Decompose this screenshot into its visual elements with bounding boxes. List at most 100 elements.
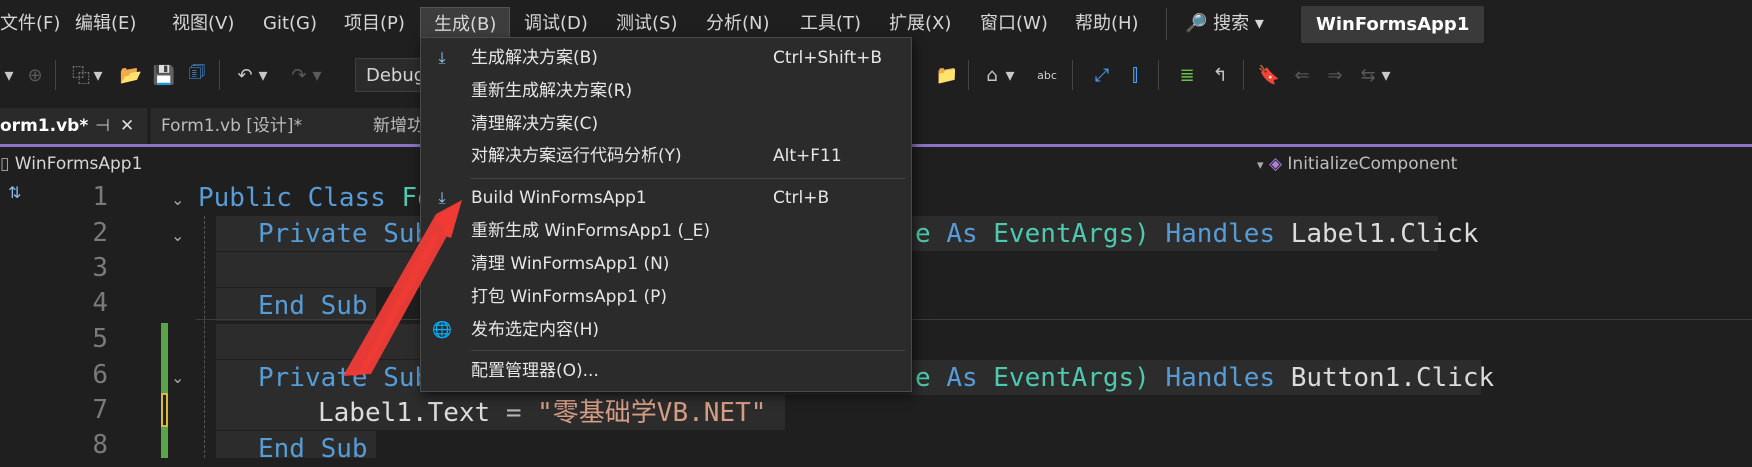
menu-separator bbox=[471, 178, 905, 179]
save-icon[interactable]: 💾 bbox=[147, 58, 181, 92]
menu-git[interactable]: Git(G) bbox=[263, 0, 317, 48]
tab-form1-vb[interactable]: orm1.vb* ⊣ ✕ bbox=[0, 108, 147, 144]
menu-item-publish-selection[interactable]: 🌐 发布选定内容(H) bbox=[421, 314, 911, 346]
menu-item-run-code-analysis[interactable]: 对解决方案运行代码分析(Y) Alt+F11 bbox=[421, 140, 911, 172]
app-title: WinFormsApp1 bbox=[1301, 6, 1485, 43]
code-identifier: Label1.Text bbox=[318, 398, 491, 428]
code-keyword: Handles bbox=[1165, 363, 1276, 393]
close-icon[interactable]: ✕ bbox=[120, 108, 134, 144]
code-line-6[interactable]: Private Sub bbox=[258, 360, 430, 396]
toolbar-separator bbox=[1243, 60, 1244, 90]
code-keyword: As bbox=[946, 219, 978, 249]
undo-dropdown-icon[interactable]: ▾ bbox=[255, 58, 271, 92]
code-keyword: Private Sub bbox=[258, 219, 431, 249]
dropdown-arrow-icon: ▾ bbox=[1257, 158, 1264, 173]
save-all-icon[interactable]: 🗊 bbox=[180, 58, 214, 92]
project-dropdown[interactable]: ▯ WinFormsApp1 bbox=[0, 147, 142, 181]
menu-item-label: 生成解决方案(B) bbox=[471, 48, 598, 68]
globe-icon: 🌐 bbox=[432, 320, 452, 339]
toolbar-separator bbox=[55, 60, 56, 90]
tab-label: orm1.vb* bbox=[0, 116, 89, 136]
menu-edit[interactable]: 编辑(E) bbox=[75, 0, 136, 48]
bookmark-dropdown-icon[interactable]: ▾ bbox=[1378, 58, 1394, 92]
line-number: 8 bbox=[92, 430, 108, 460]
cursor-select-icon[interactable]: ⤢ bbox=[1085, 58, 1119, 92]
sort-icon[interactable]: ⇅ bbox=[8, 183, 21, 202]
menu-item-shortcut: Ctrl+Shift+B bbox=[773, 48, 883, 68]
code-keyword: Handles bbox=[1165, 219, 1276, 249]
collapse-icon[interactable]: ⌄ bbox=[171, 226, 184, 245]
next-bookmark-icon[interactable]: ⇒ bbox=[1318, 58, 1352, 92]
line-number: 3 bbox=[92, 253, 108, 283]
member-name: InitializeComponent bbox=[1287, 154, 1458, 174]
toolbar-separator bbox=[968, 60, 969, 90]
code-line-4[interactable]: End Sub bbox=[258, 288, 368, 324]
uncomment-lines-icon[interactable]: ↰ bbox=[1203, 58, 1237, 92]
menu-separator bbox=[471, 350, 905, 351]
previous-bookmark-icon[interactable]: ⇐ bbox=[1285, 58, 1319, 92]
code-string: "零基础学VB.NET" bbox=[537, 398, 767, 428]
line-number: 6 bbox=[92, 360, 108, 390]
code-keyword: Private Sub bbox=[258, 363, 431, 393]
member-dropdown[interactable]: ▾ ◈ InitializeComponent bbox=[1257, 147, 1457, 183]
menu-item-clean-solution[interactable]: 清理解决方案(C) bbox=[421, 108, 911, 140]
redo-dropdown-icon[interactable]: ▾ bbox=[309, 58, 325, 92]
code-identifier: Button1.Click bbox=[1290, 363, 1495, 393]
toolbar-separator bbox=[1072, 60, 1073, 90]
build-solution-icon: ⤓ bbox=[438, 48, 446, 67]
menu-help[interactable]: 帮助(H) bbox=[1075, 0, 1139, 48]
code-keyword: As bbox=[946, 363, 978, 393]
collapse-icon[interactable]: ⌄ bbox=[171, 190, 184, 209]
tab-form1-designer[interactable]: Form1.vb [设计]* bbox=[151, 108, 366, 144]
pin-icon[interactable]: ⊣ bbox=[95, 108, 110, 144]
toolbar-separator bbox=[1158, 60, 1159, 90]
menu-item-pack-project[interactable]: 打包 WinFormsApp1 (P) bbox=[421, 281, 911, 313]
menu-window[interactable]: 窗口(W) bbox=[980, 0, 1048, 48]
code-type: EventArgs) bbox=[993, 363, 1150, 393]
spell-check-icon[interactable]: abc bbox=[1030, 58, 1064, 92]
collapse-icon[interactable]: ⌄ bbox=[171, 368, 184, 387]
comment-lines-icon[interactable]: ≣ bbox=[1170, 58, 1204, 92]
line-number: 5 bbox=[92, 324, 108, 354]
indent-guide bbox=[204, 216, 205, 458]
new-dropdown-icon[interactable]: ▾ bbox=[90, 58, 106, 92]
menu-separator bbox=[1166, 8, 1167, 40]
open-folder-icon[interactable]: 📂 bbox=[114, 58, 148, 92]
code-param: e bbox=[915, 363, 931, 393]
code-param: e bbox=[915, 219, 931, 249]
menu-item-build-solution[interactable]: ⤓ 生成解决方案(B) Ctrl+Shift+B bbox=[421, 42, 911, 74]
search-button[interactable]: 🔎 搜索 ▾ bbox=[1185, 0, 1264, 48]
code-line-8[interactable]: End Sub bbox=[258, 431, 368, 467]
line-highlight bbox=[216, 324, 420, 359]
change-indicator-unsaved bbox=[161, 393, 168, 427]
menu-item-label: 清理解决方案(C) bbox=[471, 114, 599, 134]
code-line-2[interactable]: Private Sub bbox=[258, 216, 430, 252]
vb-project-icon: ▯ bbox=[0, 154, 10, 174]
menu-item-clean-project[interactable]: 清理 WinFormsApp1 (N) bbox=[421, 248, 911, 280]
format-dropdown-icon[interactable]: ▾ bbox=[1002, 58, 1018, 92]
menu-item-rebuild-project[interactable]: 重新生成 WinFormsApp1 (_E) bbox=[421, 215, 911, 247]
line-highlight bbox=[216, 252, 420, 287]
toolbar-separator bbox=[219, 60, 220, 90]
align-icon[interactable]: ⫿ bbox=[1118, 58, 1152, 92]
code-type: EventArgs) bbox=[993, 219, 1150, 249]
code-identifier: Label1.Click bbox=[1290, 219, 1479, 249]
menu-file[interactable]: 文件(F) bbox=[0, 0, 60, 48]
bookmark-icon[interactable]: 🔖 bbox=[1252, 58, 1286, 92]
code-line-6-tail[interactable]: e As EventArgs) Handles Button1.Click bbox=[915, 360, 1494, 396]
menu-item-rebuild-solution[interactable]: 重新生成解决方案(R) bbox=[421, 75, 911, 107]
code-line-2-tail[interactable]: e As EventArgs) Handles Label1.Click bbox=[915, 216, 1479, 252]
code-operator: = bbox=[505, 398, 522, 428]
menu-project[interactable]: 项目(P) bbox=[344, 0, 405, 48]
menu-item-build-project[interactable]: ⤓ Build WinFormsApp1 Ctrl+B bbox=[421, 182, 911, 214]
navigate-forward-icon[interactable]: ⊕ bbox=[18, 58, 52, 92]
find-in-files-icon[interactable]: 📁 bbox=[930, 58, 964, 92]
menu-item-label: 打包 WinFormsApp1 (P) bbox=[471, 287, 667, 307]
menu-item-label: 发布选定内容(H) bbox=[471, 320, 600, 340]
menu-item-configuration-manager[interactable]: 配置管理器(O)... bbox=[421, 355, 911, 387]
menu-view[interactable]: 视图(V) bbox=[172, 0, 234, 48]
menu-item-label: 配置管理器(O)... bbox=[471, 361, 599, 381]
project-name: WinFormsApp1 bbox=[14, 154, 143, 174]
code-line-7[interactable]: Label1.Text = "零基础学VB.NET" bbox=[318, 395, 766, 431]
code-line-1[interactable]: Public Class Fo bbox=[198, 180, 433, 216]
